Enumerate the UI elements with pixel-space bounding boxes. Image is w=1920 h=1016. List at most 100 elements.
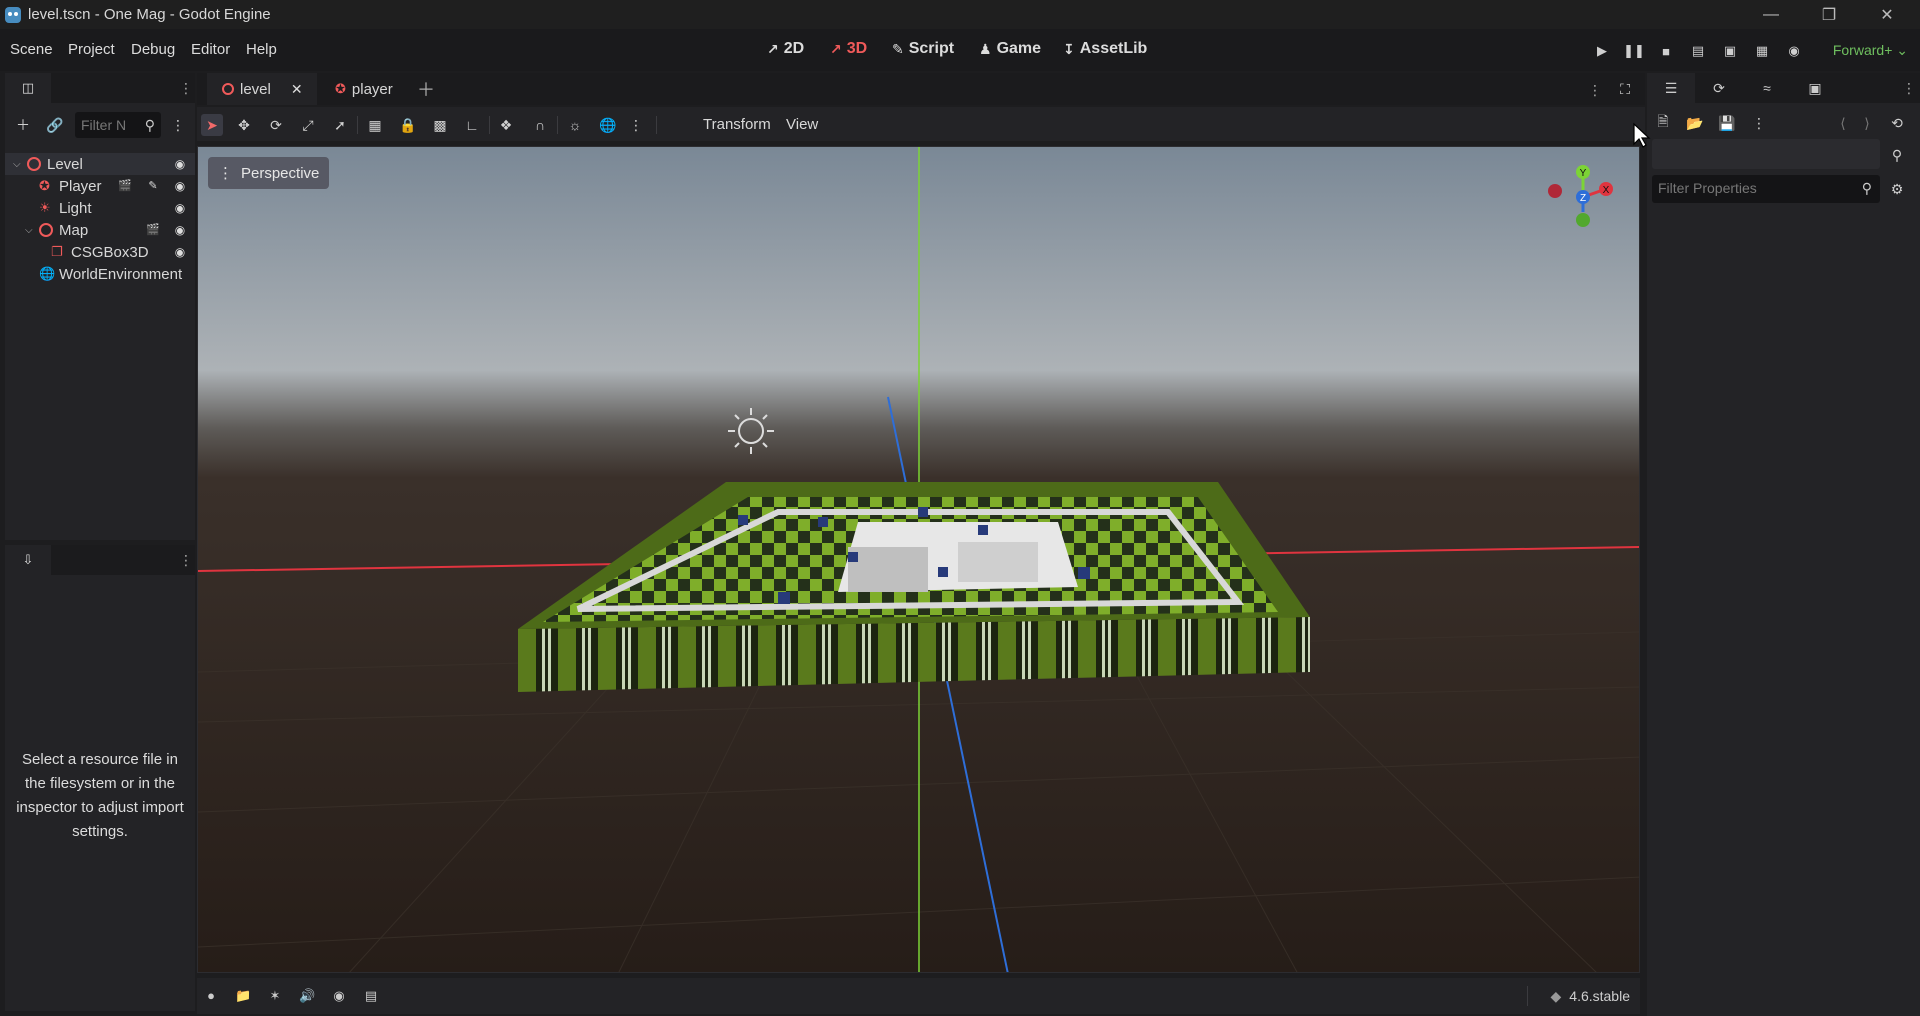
menu-scene[interactable]: Scene xyxy=(10,41,53,58)
tree-item-light[interactable]: ☀ Light ◉ xyxy=(5,197,195,219)
environment-icon: 🌐 xyxy=(39,266,56,281)
open-docs-icon[interactable]: ⚲ xyxy=(1887,145,1907,165)
move-mode-icon[interactable]: ✥ xyxy=(233,114,255,136)
scene-tree-menu-icon[interactable]: ⋮ xyxy=(168,115,188,135)
animation-icon[interactable]: ◉ xyxy=(331,988,347,1004)
filesystem-icon[interactable]: 📁 xyxy=(235,988,251,1004)
object-history-icon[interactable]: ⟲ xyxy=(1887,113,1907,133)
signals-tab-icon[interactable]: ≈ xyxy=(1743,73,1791,103)
workspace-3d-button[interactable]: ↗ 3D xyxy=(830,40,867,58)
local-space-icon[interactable]: ❖ xyxy=(495,114,517,136)
visibility-eye-icon[interactable]: ◉ xyxy=(173,223,187,237)
gizmo-neg-y-handle[interactable] xyxy=(1576,213,1590,227)
preview-sun-icon[interactable]: ☼ xyxy=(564,114,586,136)
visibility-eye-icon[interactable]: ◉ xyxy=(173,179,187,193)
play-scene-icon[interactable]: ▣ xyxy=(1719,41,1741,61)
visibility-eye-icon[interactable]: ◉ xyxy=(173,245,187,259)
add-tab-icon[interactable]: ＋ xyxy=(414,73,438,105)
3d-viewport[interactable]: ⋮ Perspective Y X Z xyxy=(197,146,1640,973)
workspace-script-button[interactable]: ✎ Script xyxy=(892,40,954,58)
history-back-icon[interactable]: ⟨ xyxy=(1833,113,1853,133)
import-dock-menu-icon[interactable]: ⋮ xyxy=(179,551,193,569)
scale-mode-icon[interactable]: ⤢ xyxy=(297,114,319,136)
scene-tab-icon[interactable]: ◫ xyxy=(5,73,51,103)
inspector-dock-menu-icon[interactable]: ⋮ xyxy=(1902,79,1916,97)
new-resource-icon[interactable]: 🗎 xyxy=(1653,113,1673,133)
add-node-icon[interactable]: ＋ xyxy=(13,115,33,135)
filter-properties-input[interactable]: Filter Properties ⚲ xyxy=(1652,175,1880,203)
pause-icon[interactable]: ❚❚ xyxy=(1623,41,1645,61)
stop-icon[interactable]: ■ xyxy=(1655,41,1677,61)
inspector-tab-icon[interactable]: ☰ xyxy=(1647,73,1695,103)
tab-level[interactable]: level ✕ xyxy=(207,73,317,105)
workspace-game-button[interactable]: ♟ Game xyxy=(979,40,1041,58)
tree-item-map[interactable]: ⌵ Map 🎬 ◉ xyxy=(5,219,195,241)
pick-list-icon[interactable]: ➚ xyxy=(329,114,351,136)
perspective-menu-button[interactable]: ⋮ Perspective xyxy=(208,157,330,189)
remote-debug-icon[interactable]: ▤ xyxy=(1687,41,1709,61)
object-path-field[interactable] xyxy=(1652,139,1880,169)
select-mode-icon[interactable]: ➤ xyxy=(201,114,223,136)
play-icon[interactable]: ▶ xyxy=(1591,41,1613,61)
expand-arrow-icon[interactable]: ⌵ xyxy=(13,159,21,170)
distraction-free-icon[interactable]: ⛶ xyxy=(1615,79,1635,99)
menu-project[interactable]: Project xyxy=(68,41,115,58)
link-icon[interactable]: 🔗 xyxy=(45,115,65,135)
history-forward-icon[interactable]: ⟩ xyxy=(1857,113,1877,133)
lock-icon[interactable]: 🔒 xyxy=(397,114,419,136)
movie-maker-icon[interactable]: ◉ xyxy=(1783,41,1805,61)
view-menu[interactable]: View xyxy=(786,116,818,133)
maximize-icon[interactable]: ❐ xyxy=(1800,0,1858,29)
preview-menu-icon[interactable]: ⋮ xyxy=(625,114,647,136)
minimize-icon[interactable]: — xyxy=(1742,0,1800,29)
menu-debug[interactable]: Debug xyxy=(131,41,175,58)
transform-menu[interactable]: Transform xyxy=(703,116,771,133)
visibility-eye-icon[interactable]: ◉ xyxy=(173,201,187,215)
save-resource-icon[interactable]: 💾 xyxy=(1717,113,1737,133)
search-icon: ⚲ xyxy=(1861,180,1872,196)
2d-icon: ↗ xyxy=(767,40,779,57)
preview-environment-icon[interactable]: 🌐 xyxy=(597,114,619,136)
tree-item-worldenvironment[interactable]: 🌐 WorldEnvironment xyxy=(5,263,195,285)
inspector-settings-icon[interactable]: ⚙ xyxy=(1887,179,1907,199)
close-tab-icon[interactable]: ✕ xyxy=(291,81,303,98)
menu-help[interactable]: Help xyxy=(246,41,277,58)
open-scene-icon[interactable]: 🎬 xyxy=(146,224,160,236)
scene-dock-menu-icon[interactable]: ⋮ xyxy=(179,79,193,97)
node-tab-icon[interactable]: ⟳ xyxy=(1695,73,1743,103)
mouse-cursor-icon xyxy=(1633,122,1651,148)
menu-editor[interactable]: Editor xyxy=(191,41,230,58)
tab-player[interactable]: ✪ player xyxy=(325,73,425,105)
ruler-icon[interactable]: ▦ xyxy=(364,114,386,136)
magnet-icon[interactable]: ∩ xyxy=(529,114,551,136)
workspace-2d-button[interactable]: ↗ 2D xyxy=(767,40,804,58)
history-tab-icon[interactable]: ▣ xyxy=(1791,73,1839,103)
debugger-icon[interactable]: ✶ xyxy=(267,988,283,1004)
renderer-select[interactable]: Forward+ ⌄ xyxy=(1833,42,1908,59)
tree-item-player[interactable]: ✪ Player 🎬 ✎ ◉ xyxy=(5,175,195,197)
scene-tabs-menu-icon[interactable]: ⋮ xyxy=(1588,81,1602,99)
workspace-assetlib-button[interactable]: ↧ AssetLib xyxy=(1063,40,1147,58)
expand-arrow-icon[interactable]: ⌵ xyxy=(25,225,33,236)
rotate-mode-icon[interactable]: ⟳ xyxy=(265,114,287,136)
version-label[interactable]: ◆ 4.6.stable xyxy=(1551,988,1631,1005)
group-icon[interactable]: ▩ xyxy=(429,114,451,136)
tree-item-csgbox3d[interactable]: ❐ CSGBox3D ◉ xyxy=(5,241,195,263)
open-resource-icon[interactable]: 📂 xyxy=(1685,113,1705,133)
play-custom-scene-icon[interactable]: ▦ xyxy=(1751,41,1773,61)
visibility-eye-icon[interactable]: ◉ xyxy=(173,157,187,171)
audio-icon[interactable]: 🔊 xyxy=(299,988,315,1004)
orientation-gizmo[interactable]: Y X Z xyxy=(1538,157,1628,237)
scene-filter-input[interactable]: Filter N ⚲ xyxy=(75,112,161,138)
gizmo-neg-x-handle[interactable] xyxy=(1548,184,1562,198)
script-attached-icon[interactable]: ✎ xyxy=(146,180,160,192)
output-icon[interactable]: ● xyxy=(203,988,219,1004)
import-tab-icon[interactable]: ⇩ xyxy=(5,545,51,575)
close-icon[interactable]: ✕ xyxy=(1858,0,1916,29)
tree-item-level[interactable]: ⌵ Level ◉ xyxy=(5,153,195,175)
shader-editor-icon[interactable]: ▤ xyxy=(363,988,379,1004)
open-scene-icon[interactable]: 🎬 xyxy=(118,180,132,192)
resource-menu-icon[interactable]: ⋮ xyxy=(1749,113,1769,133)
snap-icon[interactable]: ∟ xyxy=(461,114,483,136)
svg-text:X: X xyxy=(1603,185,1610,196)
